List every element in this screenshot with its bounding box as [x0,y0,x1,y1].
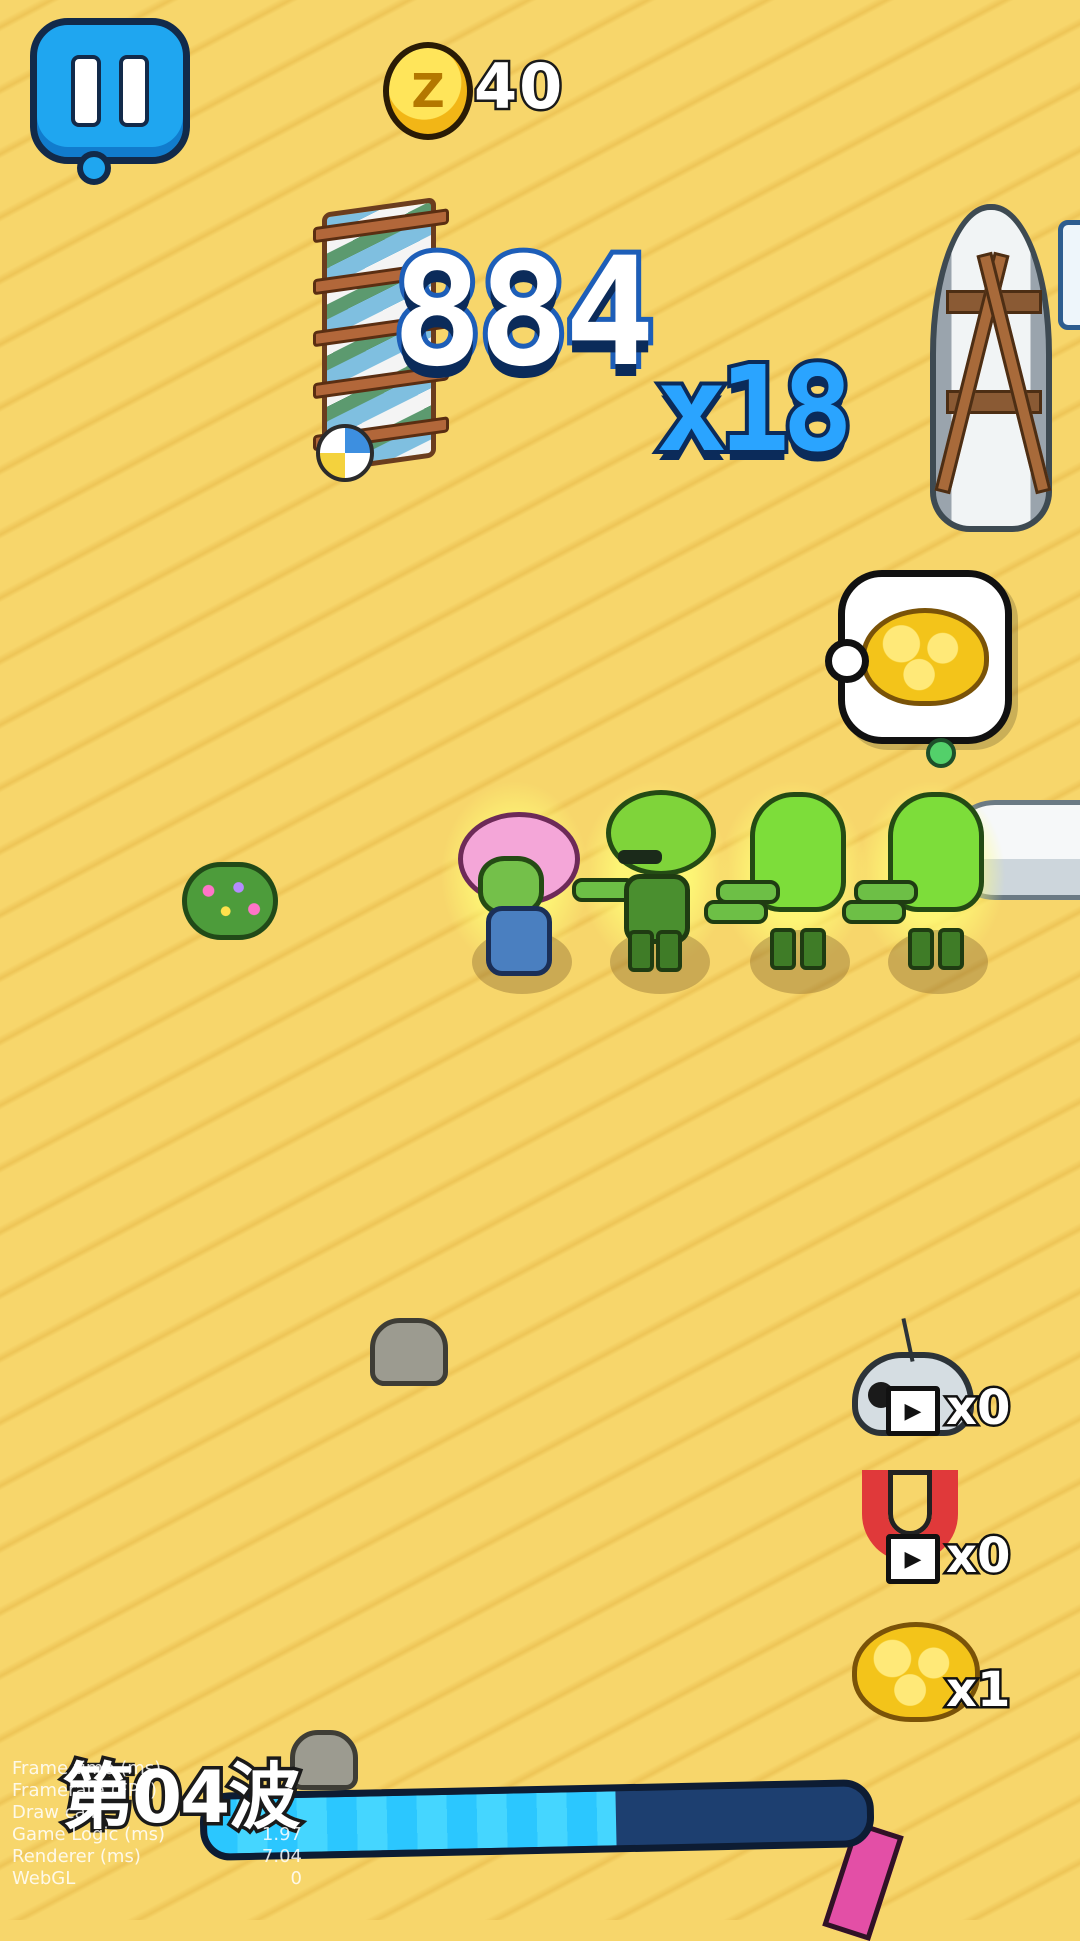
debug-row: Game Logic (ms) 1.97 [12,1824,302,1845]
coin-count: 40 [471,48,565,126]
zombie-horde[interactable] [440,780,1010,1010]
powerup-brain[interactable]: x1 [840,1610,1020,1740]
beach-ball [316,424,374,482]
bubble-drip [926,738,956,768]
debug-stats: Frame time (ms) Framerate (FPS) Draw cal… [12,1758,302,1890]
powerup-magnet[interactable]: ▶ x0 [840,1460,1020,1590]
video-ad-icon: ▶ [886,1534,940,1584]
coin-icon: Z [383,42,473,140]
score-display: 884 [387,221,660,405]
pause-button[interactable] [30,18,190,185]
zombie [440,780,590,1000]
rowboat [930,204,1052,532]
zombie [572,770,730,1000]
pause-icon [71,55,101,127]
powerup-bomb[interactable]: ▶ x0 [840,1310,1020,1440]
flower-bush [182,862,278,940]
combo-multiplier: x18 [652,336,857,482]
debug-row: Draw call [12,1802,96,1823]
debug-row: WebGL 0 [12,1868,302,1889]
zombie [842,770,1006,1000]
rock [370,1318,448,1386]
cooler [1058,220,1080,330]
debug-row: Renderer (ms) 7.04 [12,1846,302,1867]
zombie [704,770,868,1000]
brain-icon [861,608,989,706]
powerup-count: x0 [943,1378,1012,1439]
debug-row: Frame time (ms) [12,1758,162,1779]
debug-row: Framerate (FPS) [12,1780,158,1801]
powerup-count: x0 [943,1526,1012,1587]
brain-speech-bubble [825,570,1012,744]
video-ad-icon: ▶ [886,1386,940,1436]
powerup-count: x1 [943,1660,1012,1721]
